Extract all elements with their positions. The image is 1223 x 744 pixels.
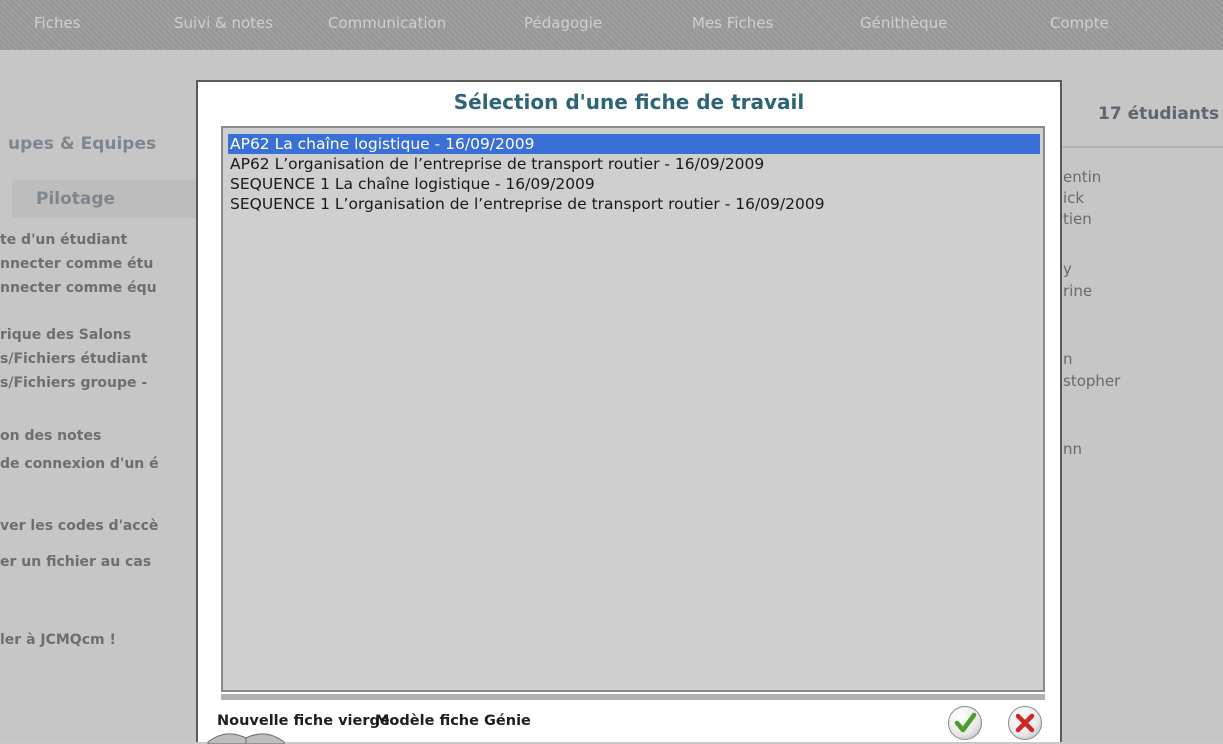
- nav-communication[interactable]: Communication: [328, 14, 446, 32]
- sidebar-link[interactable]: ver les codes d'accè: [0, 518, 158, 534]
- right-panel: [1060, 100, 1223, 742]
- genie-template-button[interactable]: Modèle fiche Génie: [375, 713, 531, 729]
- pilotage-heading[interactable]: Pilotage: [36, 189, 115, 209]
- list-item[interactable]: SEQUENCE 1 L’organisation de l’entrepris…: [228, 194, 1040, 214]
- dialog-title: Sélection d'une fiche de travail: [453, 90, 805, 114]
- students-count: 17 étudiants: [1098, 104, 1220, 124]
- divider: [1062, 146, 1223, 148]
- nav-fiches[interactable]: Fiches: [34, 14, 81, 32]
- sidebar-link[interactable]: rique des Salons: [0, 327, 131, 343]
- nav-pedagogie[interactable]: Pédagogie: [524, 14, 602, 32]
- student-name[interactable]: y: [1063, 260, 1072, 278]
- worksheet-list[interactable]: AP62 La chaîne logistique - 16/09/2009 A…: [221, 126, 1045, 692]
- sidebar-link[interactable]: nnecter comme étu: [0, 256, 153, 272]
- nav-suivi-notes[interactable]: Suivi & notes: [174, 14, 273, 32]
- student-name[interactable]: rine: [1063, 282, 1092, 300]
- new-blank-sheet-button[interactable]: Nouvelle fiche vierge: [217, 713, 390, 729]
- sidebar-link[interactable]: on des notes: [0, 428, 101, 444]
- sidebar-link[interactable]: te d'un étudiant: [0, 232, 127, 248]
- student-name[interactable]: n: [1063, 350, 1073, 368]
- nav-mes-fiches[interactable]: Mes Fiches: [692, 14, 773, 32]
- close-icon: [1015, 713, 1035, 733]
- sidebar-link[interactable]: s/Fichiers étudiant: [0, 351, 148, 367]
- sidebar-link[interactable]: nnecter comme équ: [0, 280, 157, 296]
- sidebar-link[interactable]: s/Fichiers groupe -: [0, 375, 147, 391]
- student-name[interactable]: nn: [1063, 440, 1082, 458]
- nav-compte[interactable]: Compte: [1050, 14, 1109, 32]
- list-item-selected[interactable]: AP62 La chaîne logistique - 16/09/2009: [228, 134, 1040, 154]
- check-icon: [954, 712, 977, 733]
- nav-genitheque[interactable]: Génithèque: [860, 14, 947, 32]
- student-name[interactable]: entin: [1063, 168, 1101, 186]
- top-navigation: Fiches Suivi & notes Communication Pédag…: [0, 0, 1223, 50]
- student-name[interactable]: ick: [1063, 189, 1084, 207]
- list-item[interactable]: AP62 L’organisation de l’entreprise de t…: [228, 154, 1040, 174]
- sidebar-link[interactable]: ler à JCMQcm !: [0, 632, 116, 648]
- worksheet-selection-dialog: Sélection d'une fiche de travail AP62 La…: [196, 80, 1062, 744]
- cancel-button[interactable]: [1008, 706, 1042, 740]
- list-item[interactable]: SEQUENCE 1 La chaîne logistique - 16/09/…: [228, 174, 1040, 194]
- groups-heading[interactable]: upes & Equipes: [8, 134, 156, 154]
- student-name[interactable]: stopher: [1063, 372, 1120, 390]
- list-bottom-bar: [221, 694, 1045, 700]
- sidebar-link[interactable]: er un fichier au cas: [0, 554, 151, 570]
- confirm-button[interactable]: [948, 706, 982, 740]
- student-name[interactable]: tien: [1063, 210, 1092, 228]
- sidebar-link[interactable]: de connexion d'un é: [0, 456, 159, 472]
